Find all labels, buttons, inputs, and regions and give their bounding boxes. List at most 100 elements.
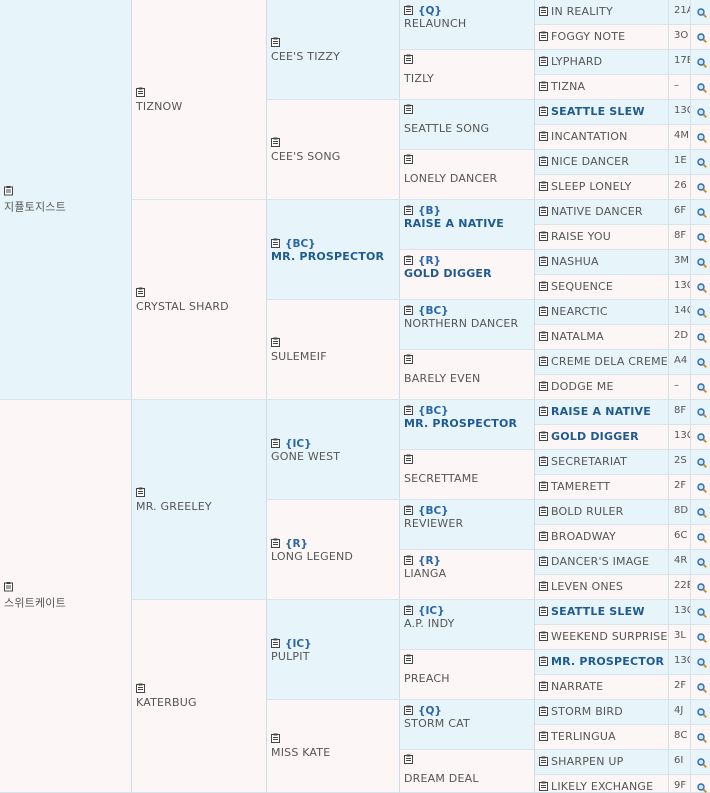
magnifier-icon[interactable] xyxy=(697,83,707,93)
clipboard-icon[interactable] xyxy=(404,405,413,415)
clipboard-icon[interactable] xyxy=(136,287,145,297)
horse-name-link[interactable]: NATALMA xyxy=(551,330,604,343)
magnifier-icon[interactable] xyxy=(697,458,707,468)
search-button[interactable] xyxy=(691,25,710,50)
horse-name-link[interactable]: DODGE ME xyxy=(551,380,614,393)
magnifier-icon[interactable] xyxy=(697,33,707,43)
clipboard-icon[interactable] xyxy=(539,181,548,191)
clipboard-icon[interactable] xyxy=(539,256,548,266)
magnifier-icon[interactable] xyxy=(697,633,707,643)
clipboard-icon[interactable] xyxy=(271,337,280,347)
clipboard-icon[interactable] xyxy=(539,581,548,591)
horse-name-link[interactable]: STORM CAT xyxy=(404,717,532,730)
search-button[interactable] xyxy=(691,650,710,675)
clipboard-icon[interactable] xyxy=(539,206,548,216)
horse-name-link[interactable]: BARELY EVEN xyxy=(404,372,532,385)
search-button[interactable] xyxy=(691,725,710,750)
horse-name-link[interactable]: SULEMEIF xyxy=(271,350,397,363)
magnifier-icon[interactable] xyxy=(697,408,707,418)
horse-name-link[interactable]: BROADWAY xyxy=(551,530,616,543)
magnifier-icon[interactable] xyxy=(697,683,707,693)
horse-name-link[interactable]: NARRATE xyxy=(551,680,603,693)
search-button[interactable] xyxy=(691,350,710,375)
horse-name-link[interactable]: DANCER'S IMAGE xyxy=(551,555,649,568)
horse-name-link[interactable]: GOLD DIGGER xyxy=(551,430,639,443)
horse-name-link[interactable]: LONELY DANCER xyxy=(404,172,532,185)
horse-name-link[interactable]: A.P. INDY xyxy=(404,617,532,630)
clipboard-icon[interactable] xyxy=(404,54,413,64)
search-button[interactable] xyxy=(691,600,710,625)
horse-name-link[interactable]: SEATTLE SLEW xyxy=(551,105,645,118)
horse-name-link[interactable]: MISS KATE xyxy=(271,746,397,759)
magnifier-icon[interactable] xyxy=(697,183,707,193)
horse-name-link[interactable]: PULPIT xyxy=(271,650,397,663)
horse-name-link[interactable]: TERLINGUA xyxy=(551,730,616,743)
clipboard-icon[interactable] xyxy=(4,582,13,592)
horse-name-link[interactable]: CREME DELA CREME xyxy=(551,355,668,368)
clipboard-icon[interactable] xyxy=(539,106,548,116)
clipboard-icon[interactable] xyxy=(539,156,548,166)
clipboard-icon[interactable] xyxy=(539,656,548,666)
horse-name-link[interactable]: IN REALITY xyxy=(551,5,613,18)
horse-name-link[interactable]: MR. PROSPECTOR xyxy=(551,655,664,668)
horse-name-link[interactable]: PREACH xyxy=(404,672,532,685)
search-button[interactable] xyxy=(691,200,710,225)
magnifier-icon[interactable] xyxy=(697,608,707,618)
clipboard-icon[interactable] xyxy=(539,681,548,691)
magnifier-icon[interactable] xyxy=(697,733,707,743)
clipboard-icon[interactable] xyxy=(539,31,548,41)
clipboard-icon[interactable] xyxy=(271,538,280,548)
clipboard-icon[interactable] xyxy=(539,606,548,616)
horse-name-link[interactable]: RAISE YOU xyxy=(551,230,611,243)
clipboard-icon[interactable] xyxy=(271,137,280,147)
horse-name-link[interactable]: SEQUENCE xyxy=(551,280,613,293)
magnifier-icon[interactable] xyxy=(697,233,707,243)
horse-name-link[interactable]: REVIEWER xyxy=(404,517,532,530)
magnifier-icon[interactable] xyxy=(697,283,707,293)
horse-name-link[interactable]: NORTHERN DANCER xyxy=(404,317,532,330)
horse-name-link[interactable]: INCANTATION xyxy=(551,130,628,143)
clipboard-icon[interactable] xyxy=(136,683,145,693)
clipboard-icon[interactable] xyxy=(271,238,280,248)
search-button[interactable] xyxy=(691,125,710,150)
magnifier-icon[interactable] xyxy=(697,533,707,543)
horse-name-link[interactable]: LONG LEGEND xyxy=(271,550,397,563)
horse-name-link[interactable]: MR. PROSPECTOR xyxy=(271,250,397,263)
clipboard-icon[interactable] xyxy=(539,731,548,741)
clipboard-icon[interactable] xyxy=(539,381,548,391)
clipboard-icon[interactable] xyxy=(539,281,548,291)
clipboard-icon[interactable] xyxy=(136,87,145,97)
clipboard-icon[interactable] xyxy=(404,205,413,215)
horse-name-link[interactable]: 스위트케이트 xyxy=(4,595,129,611)
horse-name-link[interactable]: SEATTLE SLEW xyxy=(551,605,645,618)
search-button[interactable] xyxy=(691,575,710,600)
horse-name-link[interactable]: CEE'S SONG xyxy=(271,150,397,163)
clipboard-icon[interactable] xyxy=(271,638,280,648)
magnifier-icon[interactable] xyxy=(697,308,707,318)
search-button[interactable] xyxy=(691,550,710,575)
search-button[interactable] xyxy=(691,50,710,75)
clipboard-icon[interactable] xyxy=(4,185,13,195)
clipboard-icon[interactable] xyxy=(404,705,413,715)
horse-name-link[interactable]: NEARCTIC xyxy=(551,305,608,318)
magnifier-icon[interactable] xyxy=(697,358,707,368)
horse-name-link[interactable]: SECRETARIAT xyxy=(551,455,627,468)
search-button[interactable] xyxy=(691,225,710,250)
clipboard-icon[interactable] xyxy=(404,555,413,565)
magnifier-icon[interactable] xyxy=(697,258,707,268)
search-button[interactable] xyxy=(691,500,710,525)
horse-name-link[interactable]: KATERBUG xyxy=(136,696,264,709)
clipboard-icon[interactable] xyxy=(539,706,548,716)
clipboard-icon[interactable] xyxy=(271,37,280,47)
horse-name-link[interactable]: NASHUA xyxy=(551,255,599,268)
horse-name-link[interactable]: WEEKEND SURPRISE xyxy=(551,630,667,643)
horse-name-link[interactable]: LIKELY EXCHANGE xyxy=(551,780,653,792)
clipboard-icon[interactable] xyxy=(271,438,280,448)
horse-name-link[interactable]: SECRETTAME xyxy=(404,472,532,485)
clipboard-icon[interactable] xyxy=(404,654,413,664)
clipboard-icon[interactable] xyxy=(539,506,548,516)
clipboard-icon[interactable] xyxy=(404,354,413,364)
clipboard-icon[interactable] xyxy=(539,331,548,341)
horse-name-link[interactable]: TIZNA xyxy=(551,80,585,93)
clipboard-icon[interactable] xyxy=(539,631,548,641)
